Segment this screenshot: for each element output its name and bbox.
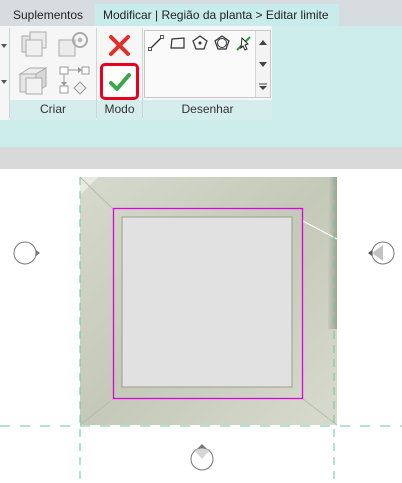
view-tab-bar — [0, 147, 402, 169]
tab-suplementos[interactable]: Suplementos — [13, 5, 83, 26]
dropdown-arrow-icon[interactable] — [0, 40, 8, 52]
close-icon — [109, 35, 130, 56]
plan-view[interactable] — [0, 169, 402, 483]
tab-modificar-editar-limite[interactable]: Modificar | Região da planta > Editar li… — [95, 4, 339, 26]
ribbon-tab-bar: Suplementos Modificar | Região da planta… — [0, 0, 402, 26]
create-assembly-icon[interactable] — [58, 64, 90, 96]
create-group-icon[interactable] — [16, 64, 56, 96]
gallery-scrollbar[interactable] — [255, 31, 270, 97]
revit-window: Suplementos Modificar | Região da planta… — [0, 0, 402, 483]
checkmark-icon — [109, 73, 131, 91]
ribbon: Criar Modo Desenhar — [0, 26, 402, 120]
elevation-marker-icon[interactable] — [368, 241, 395, 265]
dropdown-arrow-icon[interactable] — [0, 76, 8, 88]
create-similar-icon[interactable] — [18, 30, 54, 60]
pick-lines-icon[interactable] — [234, 33, 254, 53]
panel-label-desenhar: Desenhar — [181, 102, 234, 116]
panel-label-criar: Criar — [40, 102, 66, 116]
polygon-icon[interactable] — [191, 34, 209, 52]
draw-tools-gallery — [144, 30, 271, 98]
drawing-canvas[interactable] — [0, 169, 402, 483]
options-bar — [0, 120, 402, 147]
inner-room[interactable] — [121, 216, 293, 388]
line-icon[interactable] — [147, 34, 165, 52]
gallery-expand-icon[interactable] — [256, 75, 270, 95]
cancel-edit-mode-button[interactable] — [107, 33, 133, 59]
elevation-marker-icon[interactable] — [190, 444, 214, 471]
elevation-marker-icon[interactable] — [13, 241, 40, 265]
scroll-down-icon[interactable] — [256, 54, 270, 74]
scroll-up-icon[interactable] — [256, 33, 270, 53]
circumscribed-polygon-icon[interactable] — [213, 34, 231, 52]
rectangle-icon[interactable] — [169, 34, 187, 52]
finish-edit-mode-button[interactable] — [100, 63, 139, 100]
panel-label-modo: Modo — [104, 102, 135, 116]
family-editor-icon[interactable] — [56, 30, 90, 60]
